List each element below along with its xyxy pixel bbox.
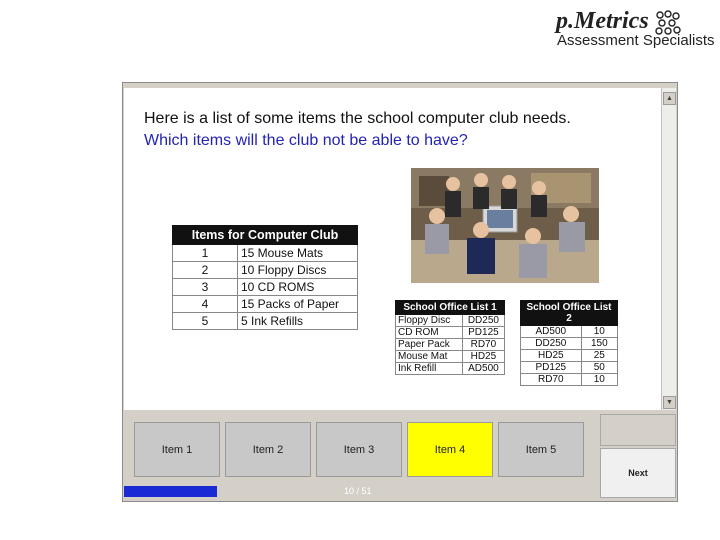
side-panel-box [600, 414, 676, 446]
office-code: DD250 [520, 337, 582, 350]
office-quantity: 25 [580, 349, 619, 362]
table-row: AD500 10 [520, 325, 619, 338]
answer-item-3-button[interactable]: Item 3 [316, 422, 402, 477]
office-quantity: 50 [580, 361, 619, 374]
item-number: 4 [172, 295, 238, 313]
office-code: HD25 [520, 349, 582, 362]
computer-club-photo [411, 168, 599, 283]
item-description: 10 CD ROMS [237, 278, 358, 296]
scroll-down-icon[interactable]: ▼ [663, 396, 676, 409]
table-row: Ink Refill AD500 [395, 362, 506, 375]
office-code: AD500 [520, 325, 582, 338]
scroll-up-icon[interactable]: ▲ [663, 92, 676, 105]
table-row: 1 15 Mouse Mats [172, 244, 358, 262]
office-list-1-title: School Office List 1 [395, 300, 505, 315]
question-prompt: Which items will the club not be able to… [144, 132, 468, 149]
office-item: Ink Refill [395, 362, 463, 375]
office-code: RD70 [461, 338, 506, 351]
table-row: Mouse Mat HD25 [395, 350, 506, 363]
item-description: 10 Floppy Discs [237, 261, 358, 279]
table-row: 5 5 Ink Refills [172, 312, 358, 330]
office-item: CD ROM [395, 326, 463, 339]
table-row: HD25 25 [520, 349, 619, 362]
office-code: PD125 [520, 361, 582, 374]
office-list-2-title: School Office List 2 [520, 300, 618, 326]
item-description: 15 Mouse Mats [237, 244, 358, 262]
progress-bar [124, 486, 217, 497]
item-number: 1 [172, 244, 238, 262]
office-code: AD500 [461, 362, 506, 375]
table-row: 3 10 CD ROMS [172, 278, 358, 296]
answer-item-4-button[interactable]: Item 4 [407, 422, 493, 477]
office-item: Paper Pack [395, 338, 463, 351]
office-code: PD125 [461, 326, 506, 339]
table-row: CD ROM PD125 [395, 326, 506, 339]
vertical-scrollbar[interactable]: ▲ ▼ [661, 88, 676, 410]
office-quantity: 150 [580, 337, 619, 350]
office-quantity: 10 [580, 373, 619, 386]
item-description: 15 Packs of Paper [237, 295, 358, 313]
school-office-list-2: School Office List 2 AD500 10 DD250 150 … [520, 300, 619, 386]
office-item: Floppy Disc [395, 314, 463, 327]
item-description: 5 Ink Refills [237, 312, 358, 330]
next-button[interactable]: Next [600, 448, 676, 498]
pmetrics-logo: p.Metrics Assessment Specialists [556, 8, 716, 50]
table-row: PD125 50 [520, 361, 619, 374]
question-context: Here is a list of some items the school … [144, 110, 571, 127]
question-counter: 10 / 51 [344, 486, 372, 496]
table-row: 2 10 Floppy Discs [172, 261, 358, 279]
table-row: 4 15 Packs of Paper [172, 295, 358, 313]
table-row: Floppy Disc DD250 [395, 314, 506, 327]
item-number: 5 [172, 312, 238, 330]
office-code: HD25 [461, 350, 506, 363]
item-number: 3 [172, 278, 238, 296]
answer-item-1-button[interactable]: Item 1 [134, 422, 220, 477]
office-code: DD250 [461, 314, 506, 327]
status-bar: 10 / 51 [124, 484, 598, 500]
logo-tagline: Assessment Specialists [557, 32, 715, 49]
item-number: 2 [172, 261, 238, 279]
logo-wordmark: p.Metrics [556, 8, 649, 34]
table-row: RD70 10 [520, 373, 619, 386]
answer-button-row: Item 1 Item 2 Item 3 Item 4 Item 5 [124, 412, 598, 482]
office-code: RD70 [520, 373, 582, 386]
answer-item-2-button[interactable]: Item 2 [225, 422, 311, 477]
items-table-title: Items for Computer Club [172, 225, 358, 245]
table-row: DD250 150 [520, 337, 619, 350]
answer-item-5-button[interactable]: Item 5 [498, 422, 584, 477]
office-item: Mouse Mat [395, 350, 463, 363]
items-for-club-table: Items for Computer Club 1 15 Mouse Mats … [172, 225, 358, 330]
school-office-list-1: School Office List 1 Floppy Disc DD250 C… [395, 300, 506, 375]
table-row: Paper Pack RD70 [395, 338, 506, 351]
office-quantity: 10 [580, 325, 619, 338]
